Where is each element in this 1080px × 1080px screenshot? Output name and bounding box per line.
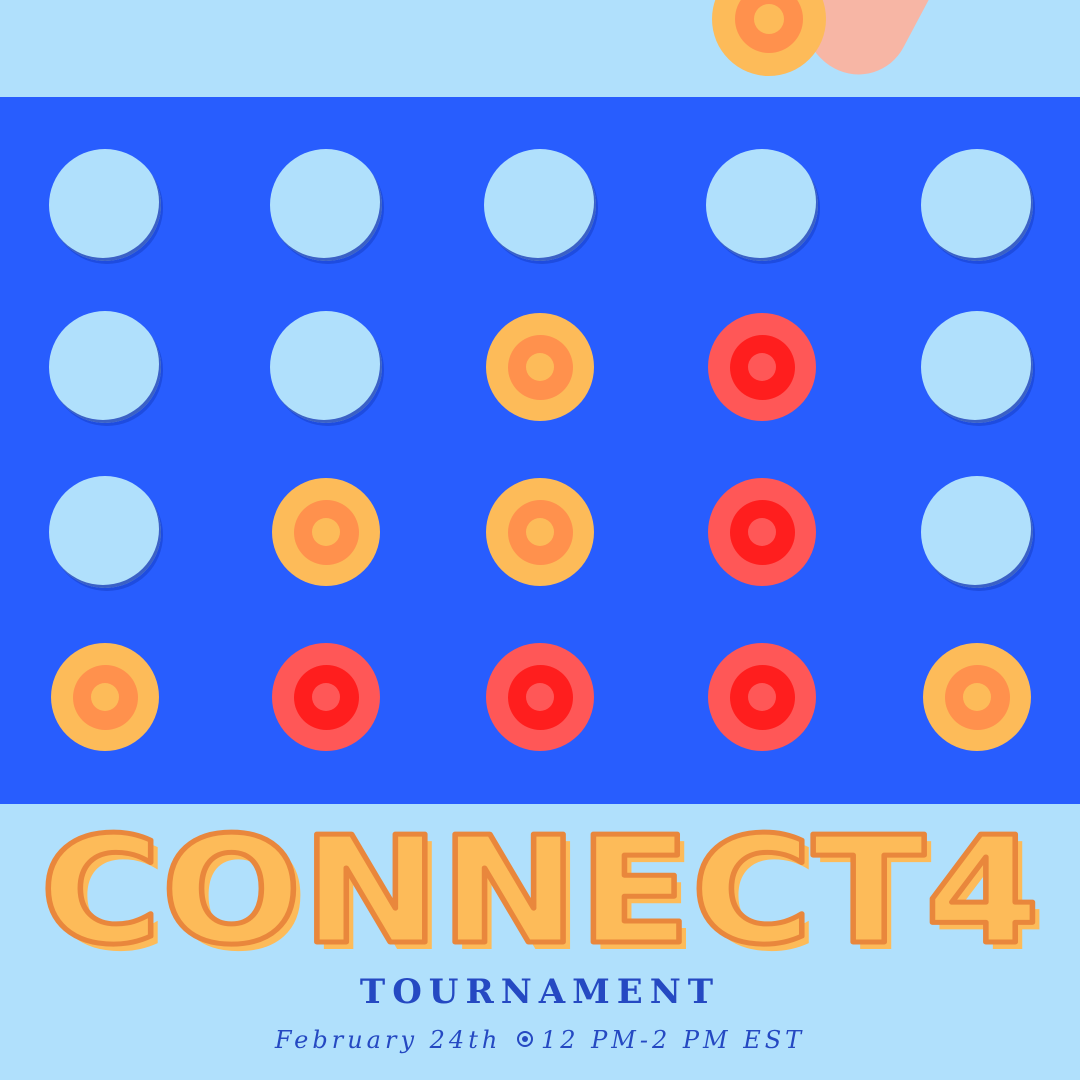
event-date: February 24th (274, 1026, 502, 1054)
red-disc (486, 643, 594, 751)
red-disc (708, 313, 816, 421)
disc-center (963, 683, 991, 711)
disc-center (312, 683, 340, 711)
empty-slot (49, 476, 161, 588)
dropping-disc (712, 0, 826, 76)
disc-center (526, 683, 554, 711)
disc-center (526, 353, 554, 381)
disc-center (748, 518, 776, 546)
yellow-disc (923, 643, 1031, 751)
empty-slot (921, 149, 1033, 261)
empty-slot (49, 149, 161, 261)
title-graphic: CONNECT4 CONNECT4 (38, 815, 1048, 965)
disc-center (748, 353, 776, 381)
yellow-disc (51, 643, 159, 751)
empty-slot (270, 311, 382, 423)
subtitle: TOURNAMENT (359, 972, 721, 1012)
yellow-disc (486, 478, 594, 586)
event-time: 12 PM-2 PM EST (540, 1026, 806, 1054)
empty-slot (49, 311, 161, 423)
disc-center (754, 4, 784, 34)
event-details: February 24th 12 PM-2 PM EST (0, 1026, 1080, 1054)
game-board (0, 97, 1080, 804)
bullet-circle-icon (516, 1031, 533, 1047)
empty-slot (484, 149, 596, 261)
empty-slot (921, 311, 1033, 423)
disc-center (312, 518, 340, 546)
red-disc (272, 643, 380, 751)
disc-center (748, 683, 776, 711)
empty-slot (270, 149, 382, 261)
page-title: CONNECT4 (40, 815, 1040, 965)
tournament-poster: CONNECT4 CONNECT4 TOURNAMENT February 24… (0, 0, 1080, 1080)
empty-slot (921, 476, 1033, 588)
yellow-disc (486, 313, 594, 421)
yellow-disc (712, 0, 826, 76)
empty-slot (706, 149, 818, 261)
yellow-disc (272, 478, 380, 586)
title-block: CONNECT4 CONNECT4 (0, 815, 1080, 965)
disc-center (91, 683, 119, 711)
red-disc (708, 643, 816, 751)
disc-center (526, 518, 554, 546)
red-disc (708, 478, 816, 586)
